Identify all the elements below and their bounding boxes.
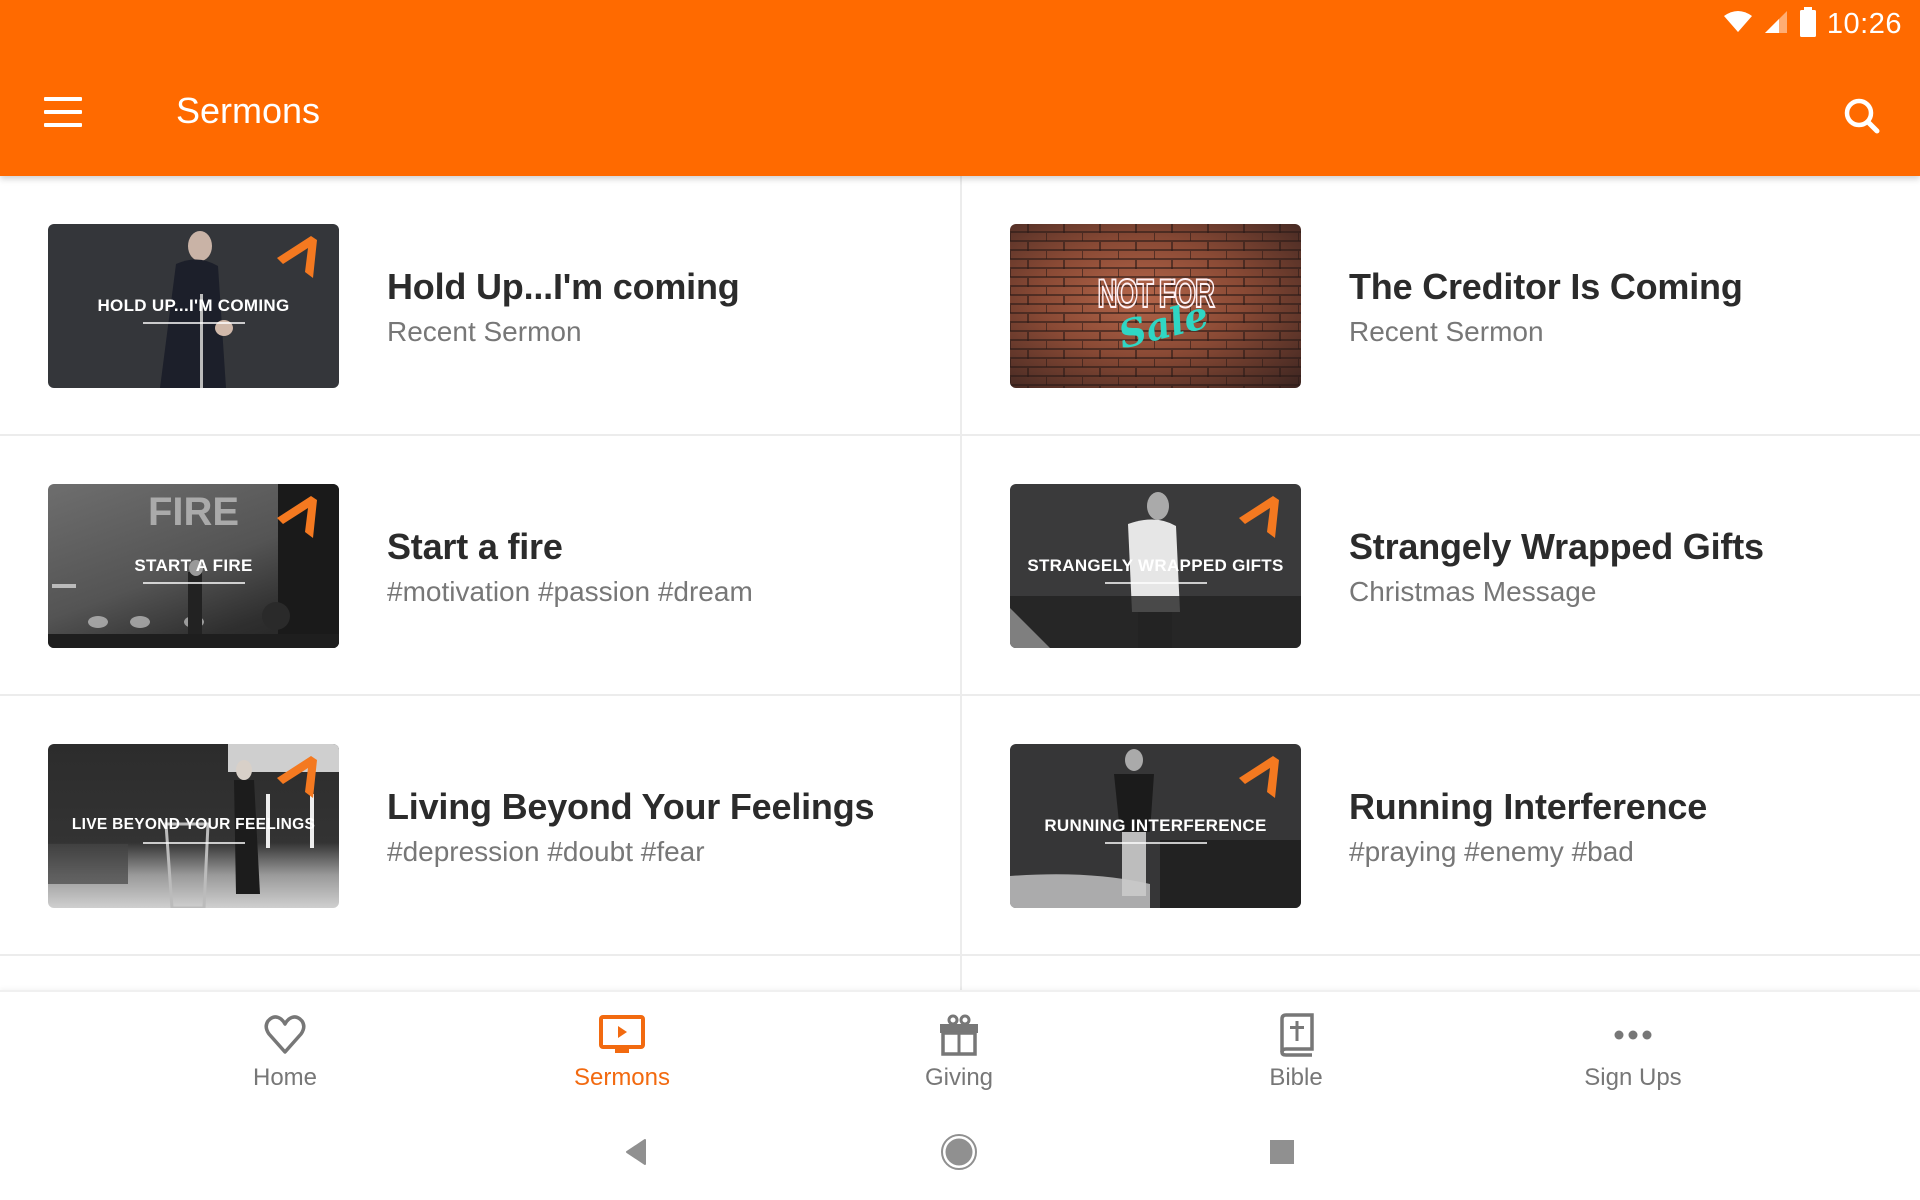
thumbnail-underline <box>1105 582 1207 584</box>
thumbnail-text: STRANGELY WRAPPED GIFTS <box>1027 556 1284 575</box>
sermon-card[interactable]: HOLD UP...I'M COMING Hold Up...I'm comin… <box>0 176 960 434</box>
app-bar: 10:26 Sermons <box>0 0 1920 176</box>
sermon-subtitle: Christmas Message <box>1349 576 1597 607</box>
sermon-title: Hold Up...I'm coming <box>387 266 740 307</box>
system-recents-button[interactable] <box>1262 1132 1302 1172</box>
sermon-thumbnail: RUNNING INTERFERENCE <box>1010 744 1301 908</box>
sermon-card[interactable]: LIVE BEYOND YOUR FEELINGS Living Beyond … <box>0 696 960 954</box>
recents-square-icon <box>1270 1140 1294 1164</box>
church-logo-icon <box>277 236 317 278</box>
thumbnail-underline <box>1105 842 1207 844</box>
hamburger-line <box>44 110 82 114</box>
gift-icon <box>940 1014 978 1056</box>
sermon-subtitle: #motivation #passion #dream <box>387 576 753 607</box>
status-time: 10:26 <box>1826 7 1902 40</box>
search-button[interactable] <box>1834 88 1890 144</box>
church-logo-icon <box>1239 756 1279 798</box>
sermon-card[interactable]: NOT FOR Sale The Creditor Is Coming Rece… <box>962 176 1920 434</box>
nav-icon-wrap <box>599 1012 645 1058</box>
sermon-thumbnail: HOLD UP...I'M COMING <box>48 224 339 388</box>
wifi-icon <box>1723 10 1753 39</box>
nav-label: Home <box>252 1064 318 1091</box>
sermon-subtitle: Recent Sermon <box>1349 316 1544 347</box>
status-bar: 10:26 <box>1723 0 1920 48</box>
sermon-thumbnail: LIVE BEYOND YOUR FEELINGS <box>48 744 339 908</box>
sermon-thumbnail: FIRE START A FIRE <box>48 484 339 648</box>
home-circle-icon <box>941 1134 977 1170</box>
thumbnail-text: HOLD UP...I'M COMING <box>97 296 290 315</box>
search-icon <box>1844 98 1880 134</box>
sermon-thumbnail: STRANGELY WRAPPED GIFTS <box>1010 484 1301 648</box>
thumbnail-text: LIVE BEYOND YOUR FEELINGS <box>71 816 316 833</box>
nav-tab-home[interactable]: Home <box>185 992 385 1102</box>
sermon-title: The Creditor Is Coming <box>1349 266 1743 307</box>
sermon-title: Living Beyond Your Feelings <box>387 786 875 827</box>
battery-icon <box>1799 6 1817 42</box>
thumbnail-text: RUNNING INTERFERENCE <box>1044 816 1267 835</box>
sermon-title: Strangely Wrapped Gifts <box>1349 526 1764 567</box>
system-back-button[interactable] <box>616 1132 656 1172</box>
nav-tab-giving[interactable]: Giving <box>859 992 1059 1102</box>
sermons-app: 10:26 Sermons HOLD UP...I'M COMING Hold … <box>0 0 1920 1200</box>
sermon-title: Start a fire <box>387 526 563 567</box>
sermon-subtitle: #praying #enemy #bad <box>1349 836 1634 867</box>
sermon-card[interactable]: RUNNING INTERFERENCE Running Interferenc… <box>962 696 1920 954</box>
sermon-list[interactable]: HOLD UP...I'M COMING Hold Up...I'm comin… <box>0 176 1920 992</box>
nav-label: Sermons <box>573 1064 671 1091</box>
back-icon <box>626 1139 646 1165</box>
bottom-navigation: Home Sermons Giving Bible Sign Ups <box>0 990 1920 1100</box>
church-logo-icon <box>277 756 317 798</box>
more-dots-icon <box>1614 1030 1652 1040</box>
nav-label: Giving <box>924 1064 994 1091</box>
sermon-thumbnail: NOT FOR Sale <box>1010 224 1301 388</box>
system-navigation-bar <box>0 1100 1920 1200</box>
nav-label: Bible <box>1269 1064 1323 1091</box>
sermon-title: Running Interference <box>1349 786 1708 827</box>
nav-icon-wrap <box>938 1012 980 1058</box>
sermon-card[interactable]: FIRE START A FIRE Start a fire #motivati… <box>0 436 960 694</box>
hamburger-line <box>44 123 82 127</box>
system-home-button[interactable] <box>939 1132 979 1172</box>
nav-label: Sign Ups <box>1584 1064 1682 1091</box>
heart-icon <box>264 1015 306 1054</box>
sermon-card[interactable]: STRANGELY WRAPPED GIFTS Strangely Wrappe… <box>962 436 1920 694</box>
church-logo-icon <box>277 496 317 538</box>
page-title: Sermons <box>176 90 321 131</box>
nav-tab-bible[interactable]: Bible <box>1196 992 1396 1102</box>
nav-icon-wrap <box>1278 1012 1314 1058</box>
thumbnail-underline <box>143 322 245 324</box>
sermon-subtitle: Recent Sermon <box>387 316 582 347</box>
nav-icon-wrap <box>1613 1012 1653 1058</box>
sermon-subtitle: #depression #doubt #fear <box>387 836 705 867</box>
column-divider <box>960 176 962 992</box>
thumbnail-text: START A FIRE <box>134 556 253 575</box>
nav-tab-sermons[interactable]: Sermons <box>522 992 722 1102</box>
nav-icon-wrap <box>264 1012 306 1058</box>
nav-tab-sign-ups[interactable]: Sign Ups <box>1533 992 1733 1102</box>
hamburger-menu-icon <box>44 97 82 101</box>
menu-button[interactable] <box>44 88 100 136</box>
cell-signal-icon <box>1763 9 1789 40</box>
thumbnail-underline <box>143 582 245 584</box>
church-logo-icon <box>1239 496 1279 538</box>
thumbnail-underline <box>143 842 245 844</box>
bible-icon <box>1280 1013 1314 1057</box>
video-play-icon <box>599 1015 645 1053</box>
